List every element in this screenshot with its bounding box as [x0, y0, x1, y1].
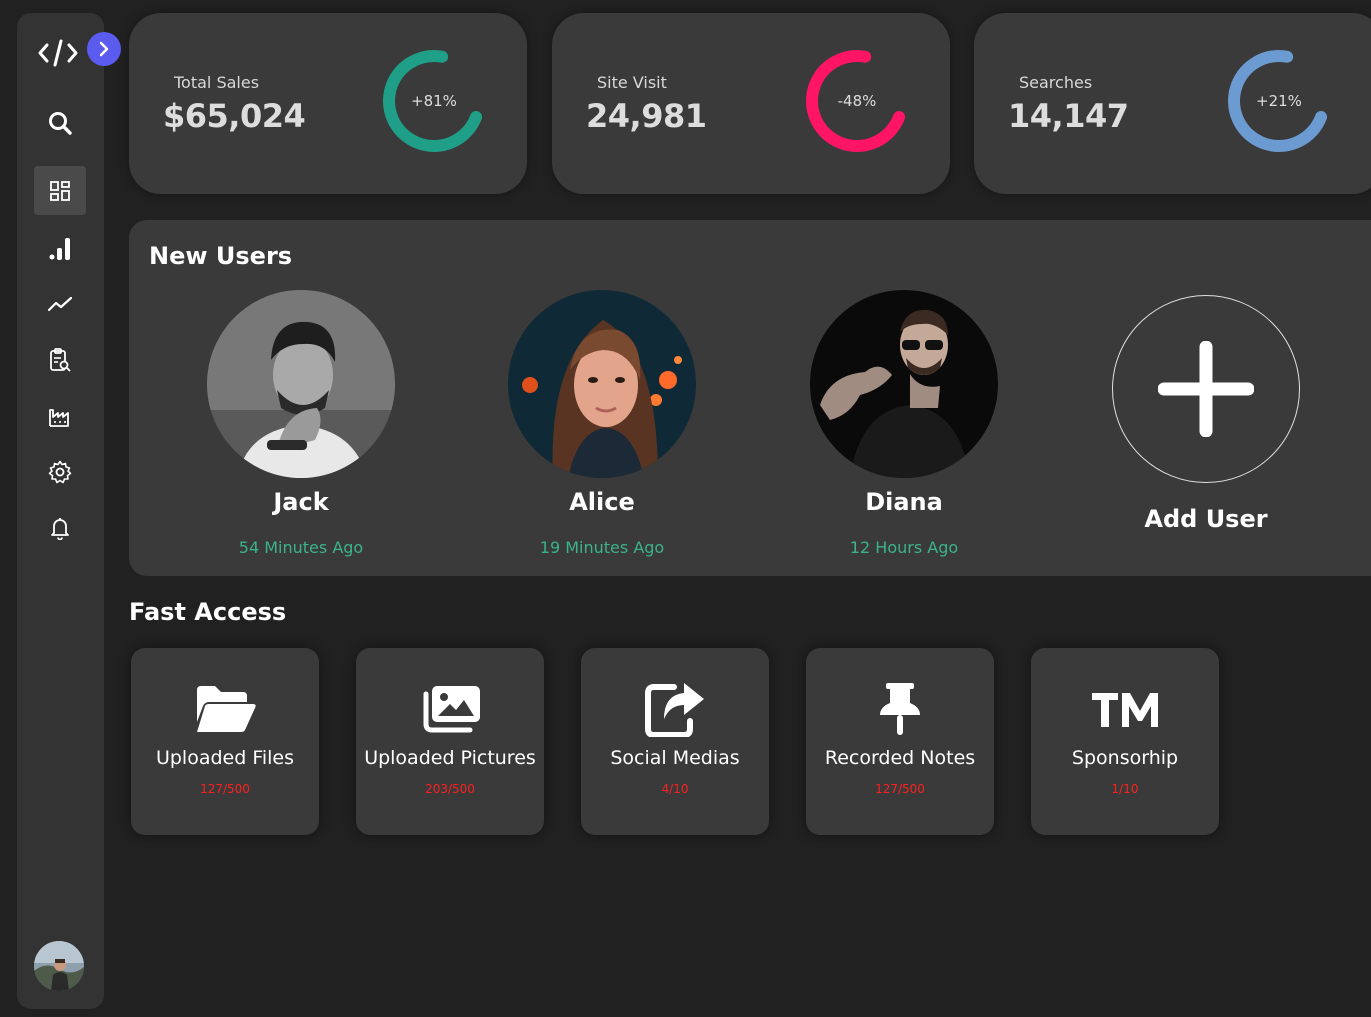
folder-open-icon: [131, 680, 319, 738]
fast-access-label: Social Medias: [610, 747, 740, 769]
user-time: 19 Minutes Ago: [539, 538, 665, 557]
fast-access-label: Uploaded Pictures: [364, 747, 536, 769]
trademark-icon: [1031, 680, 1219, 738]
avatar[interactable]: [207, 290, 395, 478]
fast-access-label: Recorded Notes: [824, 747, 976, 769]
avatar[interactable]: [34, 941, 84, 991]
stat-label: Searches: [1019, 73, 1093, 92]
change-percent: -48%: [837, 92, 877, 110]
chevron-right-icon[interactable]: [87, 32, 121, 66]
stat-label: Total Sales: [174, 73, 260, 92]
fast-access-uploaded-pictures[interactable]: Uploaded Pictures 203/500: [356, 648, 544, 835]
fast-access-recorded-notes[interactable]: Recorded Notes 127/500: [806, 648, 994, 835]
fast-access-count: 4/10: [661, 782, 689, 796]
change-percent: +81%: [411, 92, 457, 110]
signal-bars-icon[interactable]: [34, 223, 86, 272]
new-users-panel: New Users Jack 54 Minutes Ago Alice 19 M…: [129, 220, 1371, 576]
stat-value: 14,147: [1008, 97, 1129, 135]
fast-access-social-medias[interactable]: Social Medias 4/10: [581, 648, 769, 835]
settings-icon[interactable]: [34, 447, 86, 496]
factory-icon[interactable]: [34, 391, 86, 440]
fast-access-sponsorship[interactable]: Sponsorhip 1/10: [1031, 648, 1219, 835]
dashboard-icon[interactable]: [34, 166, 86, 215]
bell-icon[interactable]: [34, 503, 86, 552]
thumbtack-icon: [806, 680, 994, 738]
fast-access-count: 1/10: [1111, 782, 1139, 796]
trend-line-icon[interactable]: [34, 279, 86, 328]
fast-access-label: Uploaded Files: [155, 747, 295, 769]
avatar[interactable]: [810, 290, 998, 478]
add-user-label: Add User: [1144, 505, 1268, 533]
user-name: Diana: [865, 488, 943, 516]
fast-access-label: Sponsorhip: [1071, 747, 1179, 769]
fast-access-title: Fast Access: [129, 598, 287, 626]
add-user-button[interactable]: Add User: [1112, 295, 1300, 533]
user-card[interactable]: Alice 19 Minutes Ago: [508, 290, 696, 557]
avatar[interactable]: [508, 290, 696, 478]
user-time: 54 Minutes Ago: [238, 538, 364, 557]
report-search-icon[interactable]: [34, 335, 86, 384]
add-user-circle[interactable]: [1112, 295, 1300, 483]
user-card[interactable]: Diana 12 Hours Ago: [810, 290, 998, 557]
share-icon: [581, 680, 769, 738]
stat-value: 24,981: [586, 97, 707, 135]
sidebar: [17, 13, 121, 1009]
user-card[interactable]: Jack 54 Minutes Ago: [207, 290, 395, 557]
plus-icon: [1158, 341, 1254, 437]
panel-title: New Users: [149, 242, 293, 270]
change-percent: +21%: [1256, 92, 1302, 110]
user-name: Alice: [569, 488, 635, 516]
user-name: Jack: [273, 488, 329, 516]
stat-card-searches: Searches 14,147 +21%: [974, 13, 1371, 194]
images-icon: [356, 680, 544, 738]
stat-card-site-visit: Site Visit 24,981 -48%: [552, 13, 950, 194]
fast-access-count: 203/500: [425, 782, 475, 796]
stat-label: Site Visit: [597, 73, 667, 92]
search-icon[interactable]: [34, 98, 86, 147]
stat-card-total-sales: Total Sales $65,024 +81%: [129, 13, 527, 194]
stat-value: $65,024: [163, 97, 306, 135]
code-icon[interactable]: [37, 37, 79, 69]
fast-access-count: 127/500: [875, 782, 925, 796]
fast-access-uploaded-files[interactable]: Uploaded Files 127/500: [131, 648, 319, 835]
user-time: 12 Hours Ago: [849, 538, 959, 557]
fast-access-count: 127/500: [200, 782, 250, 796]
